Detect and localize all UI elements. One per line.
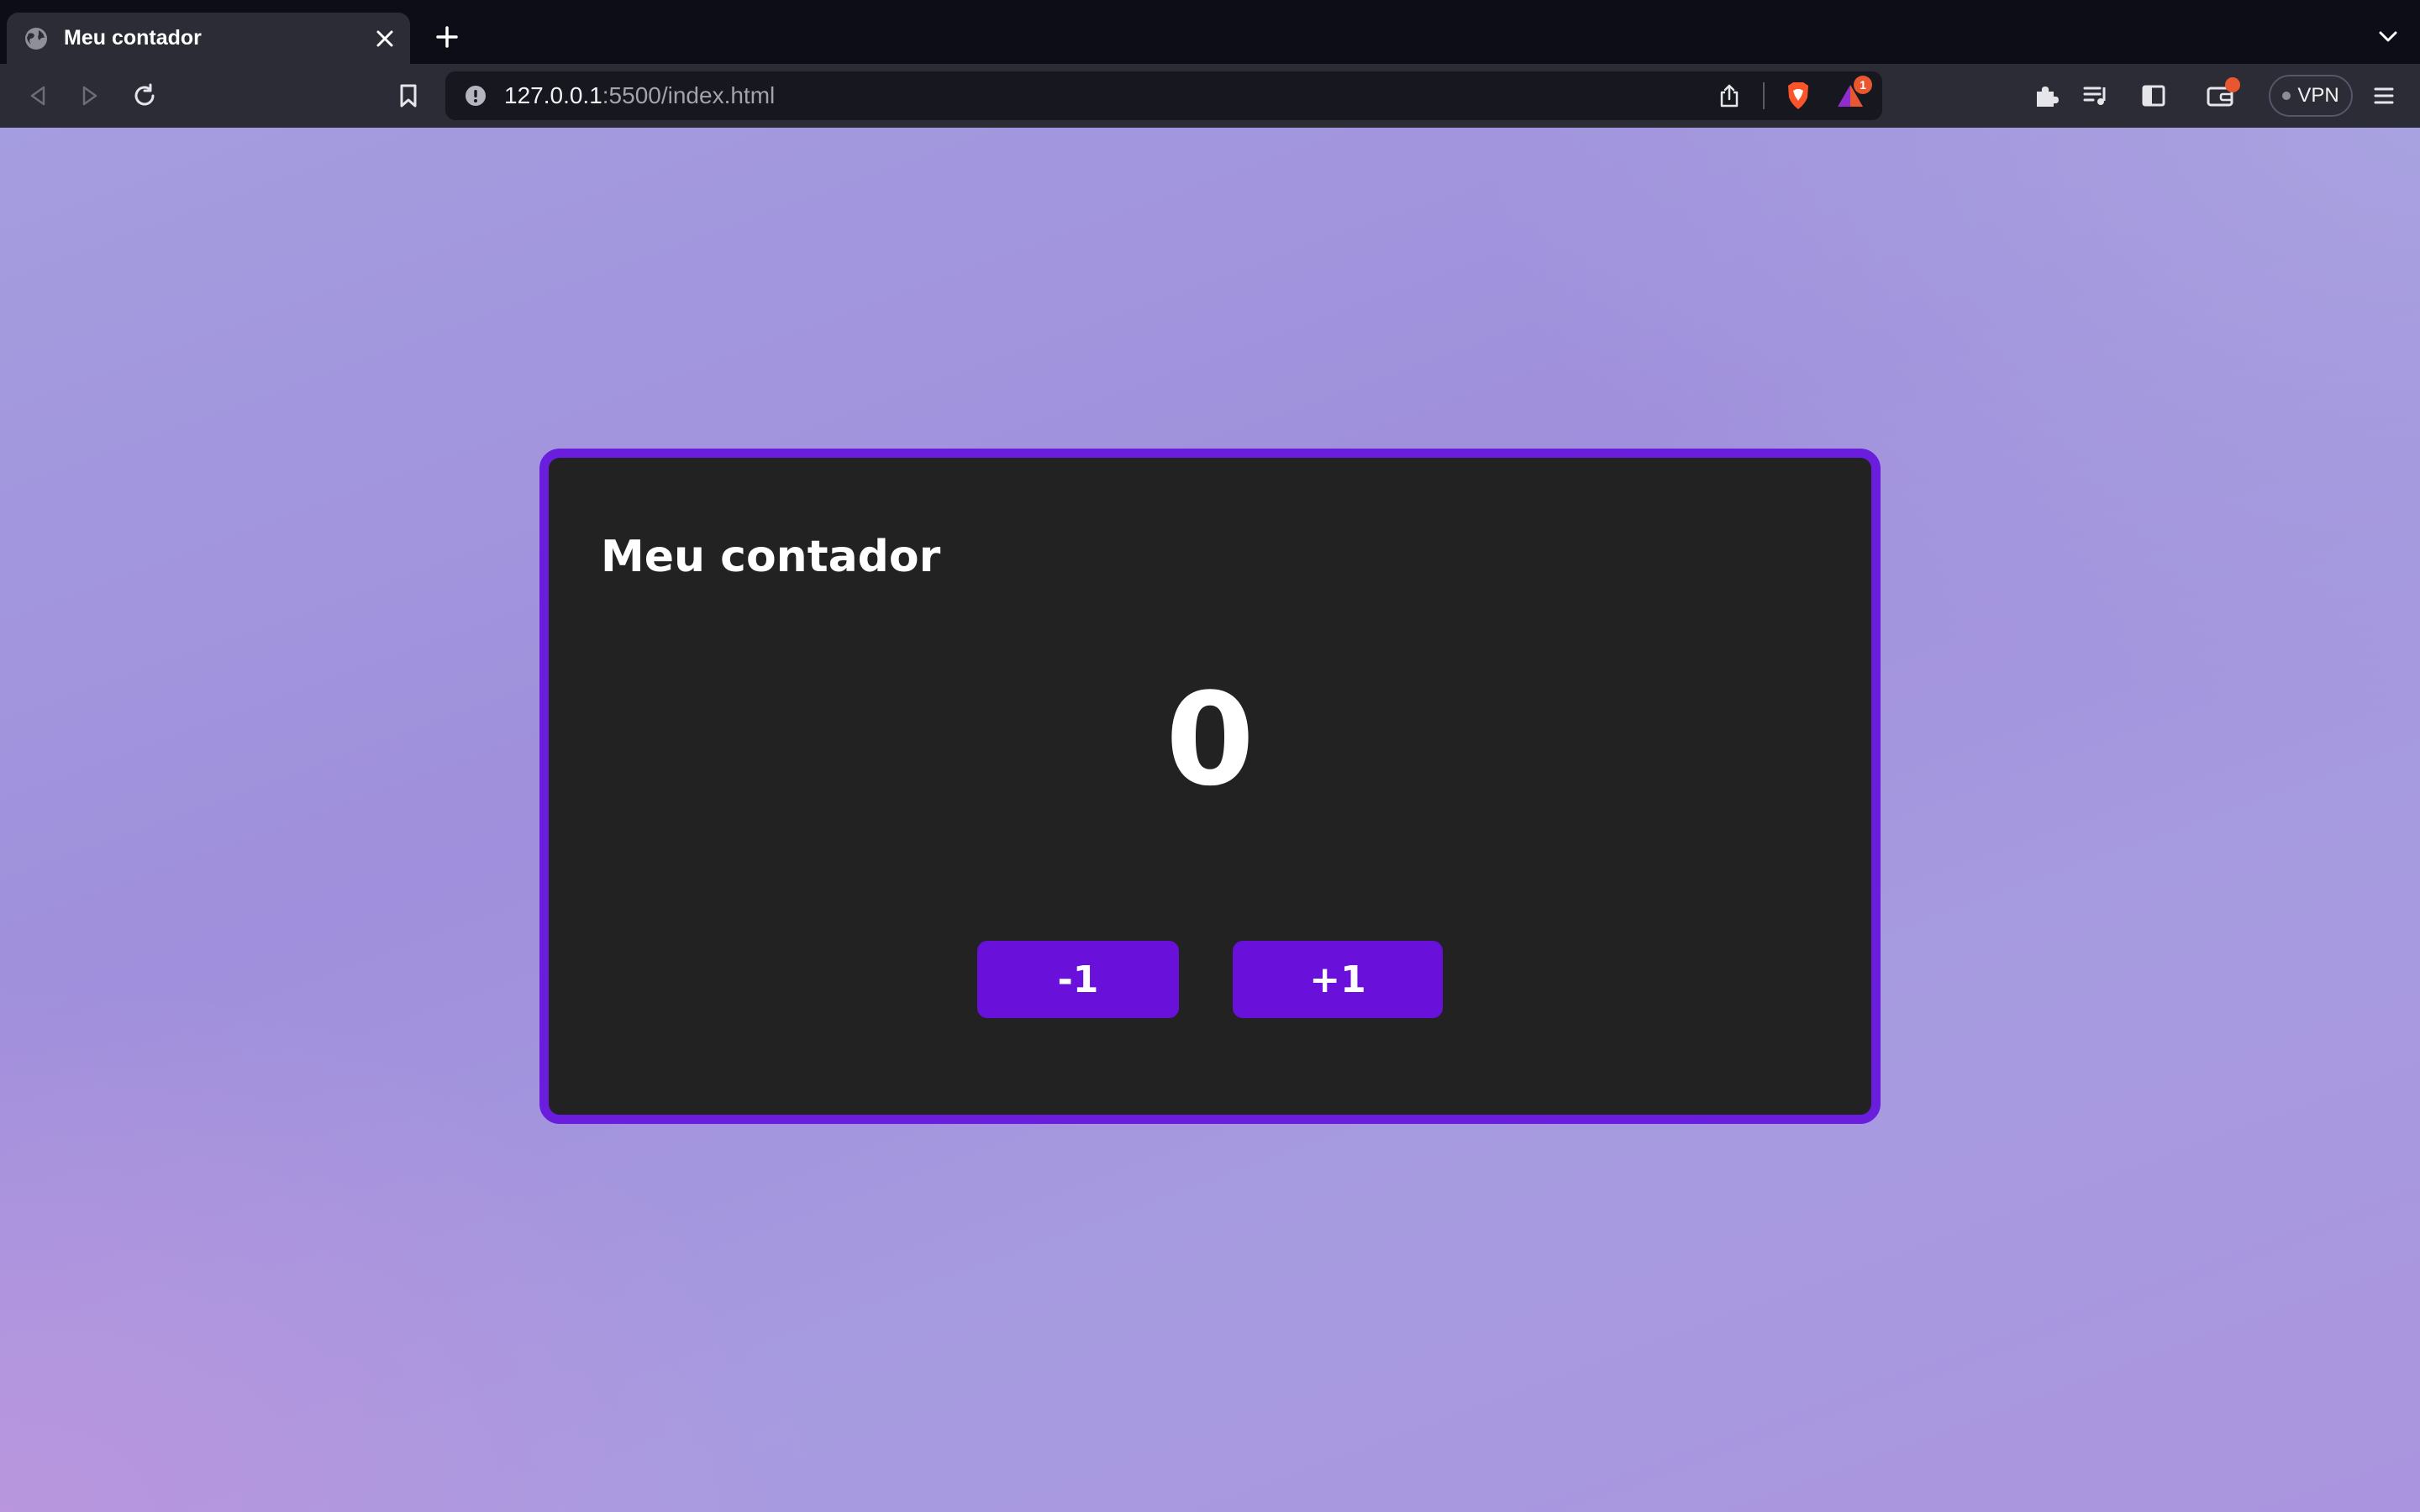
main-menu-button[interactable] — [2363, 75, 2405, 117]
url-host: 127.0.0.1 — [504, 82, 602, 108]
counter-value: 0 — [1165, 665, 1255, 814]
sidebar-button[interactable] — [2133, 75, 2175, 117]
wallet-button[interactable] — [2199, 75, 2241, 117]
tab-strip: Meu contador — [0, 0, 2420, 64]
playlist-icon — [2083, 84, 2110, 108]
counter-card: Meu contador 0 -1 +1 — [539, 449, 1881, 1124]
url-path: :5500/index.html — [602, 82, 776, 108]
info-icon[interactable] — [464, 84, 487, 108]
browser-toolbar: 127.0.0.1 :5500/index.html 1 VPN — [0, 64, 2420, 128]
tab-list-button[interactable] — [2370, 18, 2407, 55]
menu-icon — [2373, 86, 2395, 106]
decrement-button[interactable]: -1 — [977, 941, 1179, 1018]
brave-rewards-icon[interactable]: 1 — [1832, 76, 1872, 114]
vpn-label: VPN — [2297, 84, 2339, 107]
bookmark-icon — [398, 83, 418, 108]
address-bar-actions: 1 — [1711, 71, 1872, 120]
address-bar-divider — [1763, 82, 1765, 109]
globe-icon — [24, 26, 49, 51]
puzzle-icon — [2033, 83, 2059, 108]
forward-icon — [79, 85, 101, 107]
vpn-status-dot — [2282, 92, 2291, 100]
alerts-badge: 1 — [1854, 76, 1872, 94]
share-icon[interactable] — [1711, 77, 1748, 114]
page-title: Meu contador — [601, 532, 941, 582]
new-tab-button[interactable] — [429, 18, 466, 55]
reload-button[interactable] — [124, 75, 166, 117]
sidebar-icon — [2141, 84, 2166, 108]
bookmark-button[interactable] — [387, 75, 429, 117]
back-icon — [27, 85, 49, 107]
forward-button[interactable] — [69, 75, 111, 117]
vpn-button[interactable]: VPN — [2269, 75, 2353, 117]
wallet-notification-dot — [2225, 77, 2240, 92]
reload-icon — [132, 83, 157, 108]
plus-icon — [436, 26, 458, 48]
address-bar[interactable]: 127.0.0.1 :5500/index.html 1 — [445, 71, 1882, 120]
playlist-button[interactable] — [2075, 75, 2118, 117]
browser-tab[interactable]: Meu contador — [7, 13, 410, 64]
back-button[interactable] — [17, 75, 59, 117]
brave-shield-icon[interactable] — [1780, 77, 1817, 114]
tab-title: Meu contador — [64, 26, 202, 50]
increment-button[interactable]: +1 — [1233, 941, 1443, 1018]
close-icon[interactable] — [366, 20, 403, 57]
page-viewport: Meu contador 0 -1 +1 — [0, 128, 2420, 1512]
wallet-icon — [2202, 77, 2240, 114]
extensions-button[interactable] — [2025, 75, 2067, 117]
chevron-down-icon — [2378, 30, 2398, 44]
